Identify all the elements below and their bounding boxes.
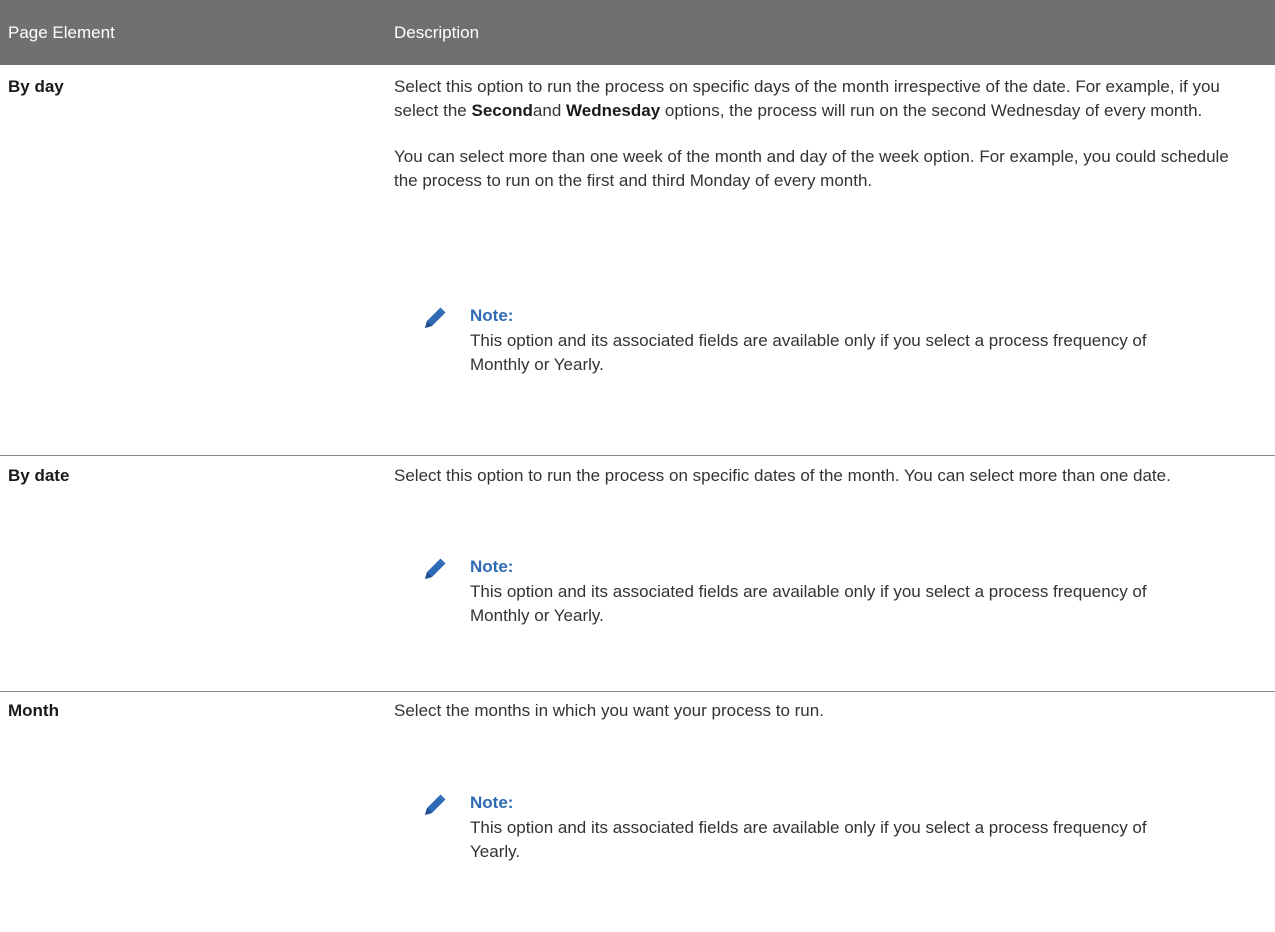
note-label: Note: <box>470 306 514 325</box>
note-text: This option and its associated fields ar… <box>470 818 1147 861</box>
description-text: options, the process will run on the sec… <box>660 101 1203 120</box>
pencil-icon <box>425 558 446 579</box>
row-description: Select this option to run the process on… <box>394 75 1244 193</box>
description-text: and <box>532 101 566 120</box>
description-paragraph: Select this option to run the process on… <box>394 75 1244 123</box>
bold-term-second: Second <box>471 101 533 120</box>
note-label: Note: <box>470 557 514 576</box>
note-text: This option and its associated fields ar… <box>470 582 1147 625</box>
pencil-icon <box>425 794 446 815</box>
row-term-month: Month <box>8 701 59 720</box>
table-row: By day Select this option to run the pro… <box>0 65 1275 455</box>
row-term-by-day: By day <box>8 77 64 96</box>
table-row: Month Select the months in which you wan… <box>0 692 1275 932</box>
header-description: Description <box>394 23 480 42</box>
row-description: Select this option to run the process on… <box>394 466 1171 485</box>
pencil-icon <box>425 307 446 328</box>
table-header: Page Element Description <box>0 0 1275 65</box>
description-paragraph: You can select more than one week of the… <box>394 147 1229 190</box>
bold-term-wednesday: Wednesday <box>566 101 661 120</box>
row-term-by-date: By date <box>8 466 70 485</box>
note-label: Note: <box>470 793 514 812</box>
header-page-element: Page Element <box>8 23 115 42</box>
note-text: This option and its associated fields ar… <box>470 331 1147 374</box>
table-row: By date Select this option to run the pr… <box>0 456 1275 691</box>
row-description: Select the months in which you want your… <box>394 701 824 720</box>
